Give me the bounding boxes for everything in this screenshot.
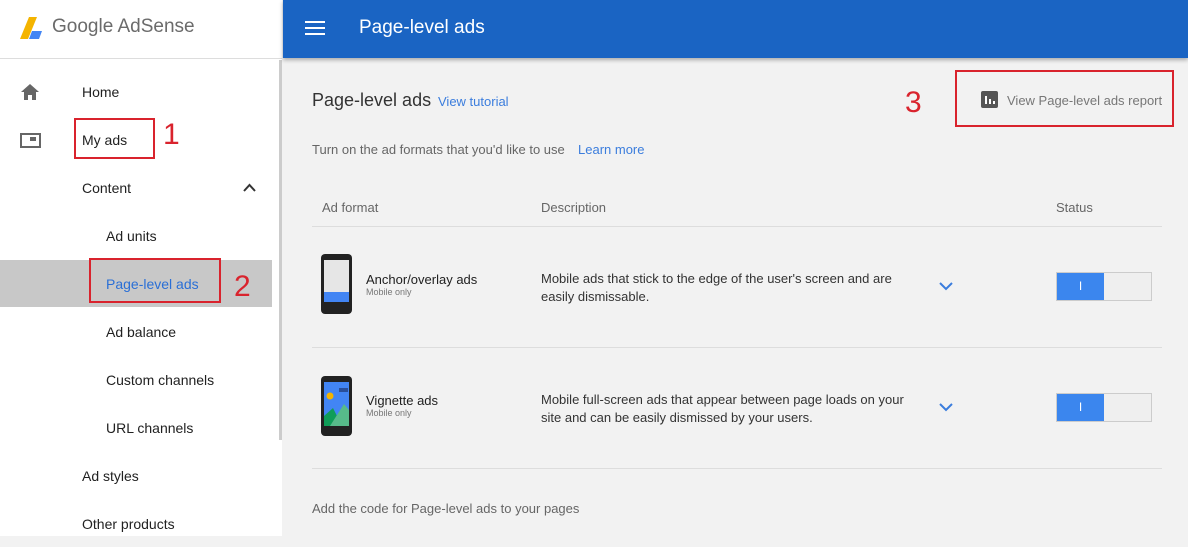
- logo[interactable]: Google AdSense: [0, 0, 282, 59]
- header-title: Page-level ads: [359, 17, 485, 38]
- sidebar-item-url-channels[interactable]: URL channels: [0, 404, 272, 451]
- sidebar-scrollbar[interactable]: [279, 60, 282, 440]
- annotation-number-2: 2: [234, 270, 251, 303]
- sidebar-item-label: Ad units: [106, 227, 157, 244]
- status-toggle[interactable]: I: [1056, 272, 1152, 301]
- chevron-down-icon[interactable]: [939, 402, 953, 412]
- sidebar-item-ad-styles[interactable]: Ad styles: [0, 452, 272, 499]
- column-header-description: Description: [541, 200, 607, 215]
- ad-format-name: Vignette ads: [366, 393, 439, 408]
- column-header-ad-format: Ad format: [322, 200, 379, 215]
- annotation-box-1: [74, 118, 155, 159]
- sidebar-item-label: Custom channels: [106, 371, 215, 388]
- annotation-number-3: 3: [905, 86, 922, 119]
- sidebar-item-label: URL channels: [106, 419, 194, 436]
- ads-icon: [20, 133, 41, 148]
- chevron-down-icon[interactable]: [939, 281, 953, 291]
- toggle-on-indicator: I: [1057, 273, 1104, 300]
- ad-format-description: Mobile full-screen ads that appear betwe…: [541, 392, 904, 425]
- anchor-ad-phone-icon: [321, 254, 352, 314]
- sidebar-item-home[interactable]: Home: [0, 68, 272, 115]
- sidebar-item-label: Ad balance: [106, 323, 177, 340]
- annotation-box-2: [89, 258, 221, 303]
- annotation-number-1: 1: [163, 118, 180, 151]
- sidebar-item-other-products[interactable]: Other products: [0, 500, 272, 547]
- ad-format-sub: Mobile only: [366, 287, 412, 297]
- ad-format-sub: Mobile only: [366, 408, 412, 418]
- status-toggle[interactable]: I: [1056, 393, 1152, 422]
- vignette-ad-phone-icon: [321, 376, 352, 436]
- adsense-logo-icon: [20, 17, 42, 39]
- column-header-status: Status: [1056, 200, 1093, 215]
- sidebar-item-label: Content: [82, 179, 132, 196]
- divider: [312, 226, 1162, 227]
- annotation-box-3: [955, 70, 1174, 127]
- page-title: Page-level ads: [312, 90, 432, 110]
- logo-text: Google AdSense: [52, 16, 195, 37]
- divider: [312, 347, 1162, 348]
- home-icon: [21, 84, 39, 100]
- sidebar-item-ad-units[interactable]: Ad units: [0, 212, 272, 259]
- chevron-up-icon[interactable]: [243, 183, 256, 192]
- sidebar-item-ad-balance[interactable]: Ad balance: [0, 308, 272, 355]
- view-tutorial-link[interactable]: View tutorial: [438, 94, 509, 109]
- app-header: Page-level ads: [283, 0, 1188, 58]
- ad-format-name: Anchor/overlay ads: [366, 272, 478, 287]
- learn-more-link[interactable]: Learn more: [578, 142, 644, 157]
- menu-icon[interactable]: [305, 21, 325, 35]
- sidebar-item-content[interactable]: Content: [0, 164, 272, 211]
- sidebar-item-label: Home: [82, 83, 120, 100]
- sidebar-item-custom-channels[interactable]: Custom channels: [0, 356, 272, 403]
- sidebar-item-label: Ad styles: [82, 467, 139, 484]
- ad-format-description: Mobile ads that stick to the edge of the…: [541, 271, 892, 304]
- toggle-on-indicator: I: [1057, 394, 1104, 421]
- instruction-text: Turn on the ad formats that you'd like t…: [312, 142, 565, 157]
- sidebar-item-label: Other products: [82, 515, 175, 532]
- divider: [312, 468, 1162, 469]
- footer-instruction: Add the code for Page-level ads to your …: [312, 501, 580, 516]
